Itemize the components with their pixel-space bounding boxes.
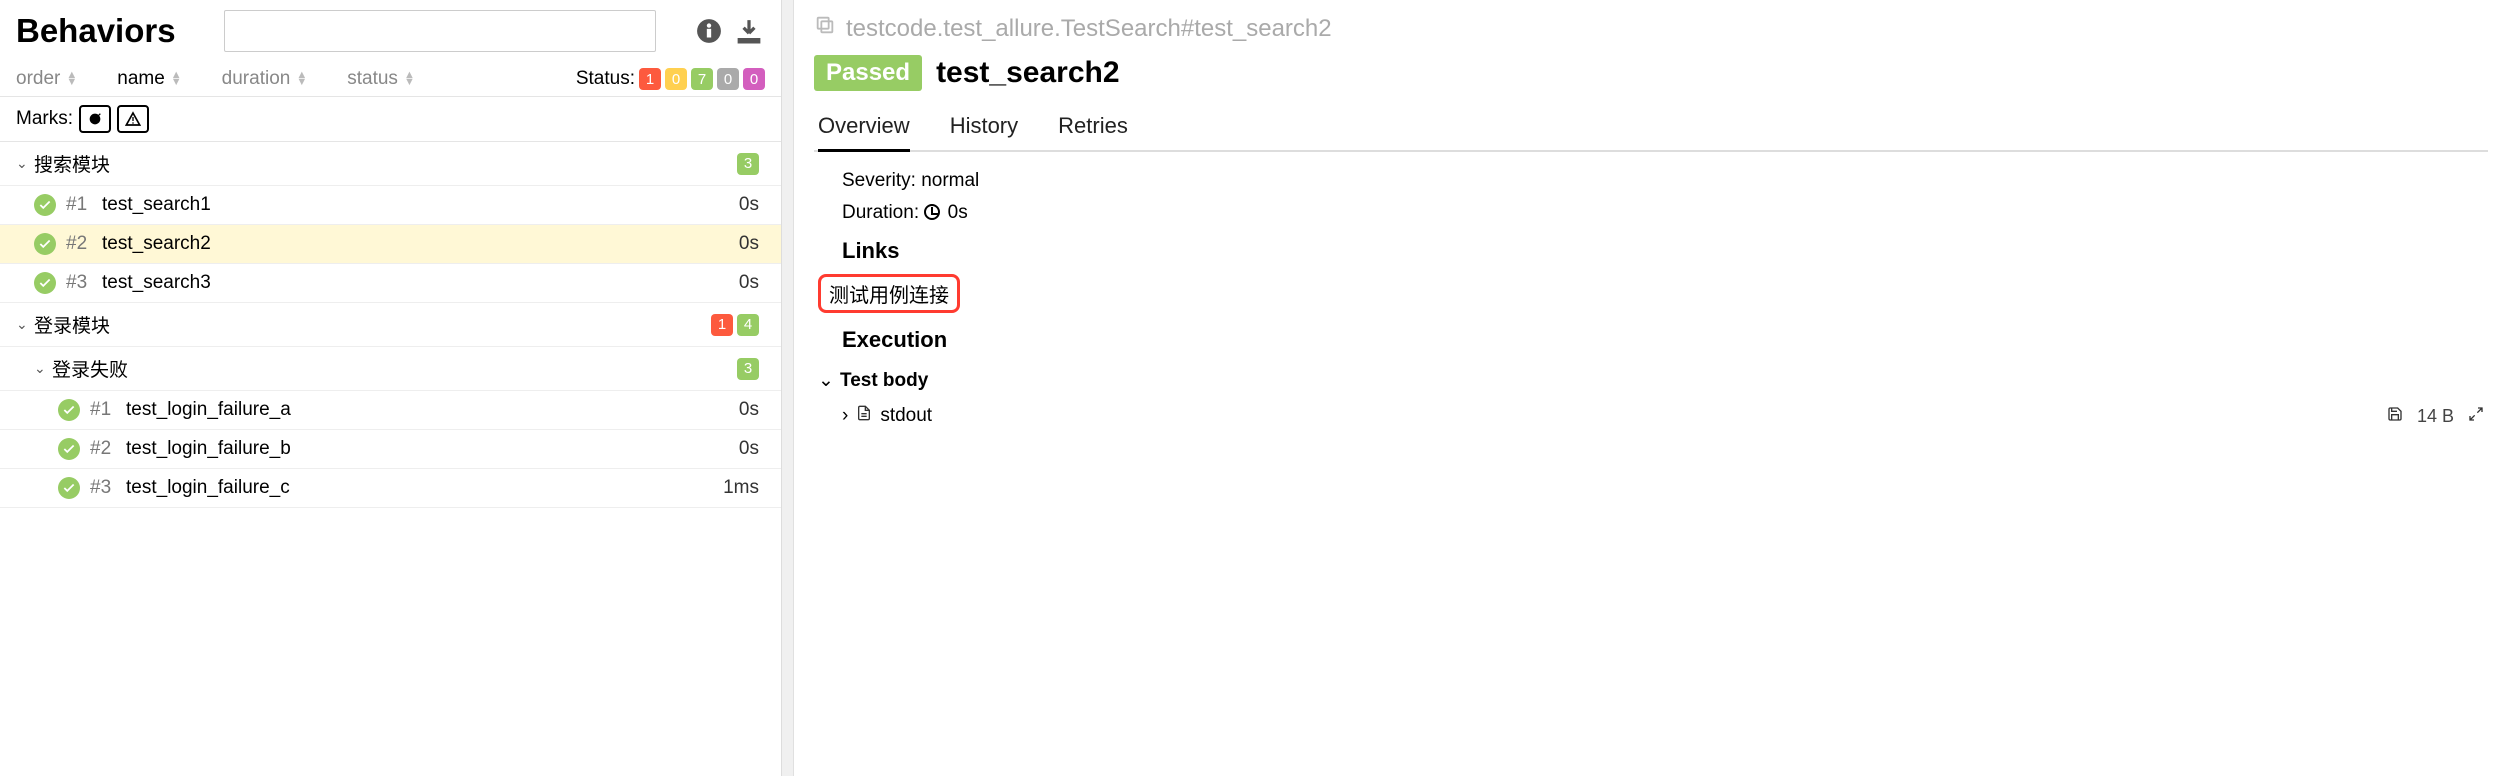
check-icon [58, 438, 80, 460]
tab-history[interactable]: History [950, 105, 1018, 150]
test-link[interactable]: 测试用例连接 [818, 274, 960, 313]
tree-item[interactable]: #2 test_search2 0s [0, 225, 781, 264]
count-badge: 1 [711, 314, 733, 336]
duration-line: Duration: 0s [842, 202, 2460, 224]
test-body-toggle[interactable]: ⌄ Test body [818, 363, 2460, 398]
chevron-down-icon: ⌄ [16, 316, 34, 333]
breadcrumb: testcode.test_allure.TestSearch#test_sea… [846, 15, 1332, 43]
attachment-size: 14 B [2417, 406, 2454, 427]
tab-overview[interactable]: Overview [818, 105, 910, 152]
page-title: Behaviors [16, 12, 176, 50]
tree-item[interactable]: #3 test_login_failure_c 1ms [0, 469, 781, 508]
tree-item[interactable]: #3 test_search3 0s [0, 264, 781, 303]
sort-duration[interactable]: duration▲▼ [222, 68, 308, 90]
status-badge: Passed [814, 55, 922, 91]
check-icon [34, 272, 56, 294]
sort-name[interactable]: name▲▼ [117, 68, 181, 90]
search-input[interactable] [224, 10, 656, 52]
tree-item[interactable]: #1 test_login_failure_a 0s [0, 391, 781, 430]
chevron-down-icon: ⌄ [818, 369, 832, 392]
links-header: Links [842, 238, 2460, 264]
tree-subgroup[interactable]: ⌄ 登录失败 3 [0, 347, 781, 391]
clock-icon [924, 204, 940, 220]
mark-flaky-icon[interactable] [79, 105, 111, 133]
tab-retries[interactable]: Retries [1058, 105, 1128, 150]
scrollbar[interactable] [782, 0, 794, 776]
status-passed-badge[interactable]: 7 [691, 68, 713, 90]
sort-order[interactable]: order▲▼ [16, 68, 77, 90]
chevron-right-icon: › [842, 405, 848, 427]
count-badge: 3 [737, 358, 759, 380]
mark-newfailed-icon[interactable] [117, 105, 149, 133]
check-icon [58, 477, 80, 499]
severity-line: Severity: normal [842, 170, 2460, 192]
download-icon[interactable] [733, 15, 765, 47]
info-icon[interactable] [693, 15, 725, 47]
attachment-name[interactable]: stdout [880, 405, 932, 427]
check-icon [58, 399, 80, 421]
chevron-down-icon: ⌄ [34, 360, 52, 377]
chevron-down-icon: ⌄ [16, 155, 34, 172]
check-icon [34, 194, 56, 216]
file-icon [856, 404, 872, 428]
status-failed-badge[interactable]: 0 [665, 68, 687, 90]
tree-item[interactable]: #2 test_login_failure_b 0s [0, 430, 781, 469]
copy-icon[interactable] [814, 14, 836, 43]
test-title: test_search2 [936, 56, 1119, 90]
status-broken-badge[interactable]: 1 [639, 68, 661, 90]
count-badge: 3 [737, 153, 759, 175]
expand-icon[interactable] [2468, 406, 2484, 427]
sort-status[interactable]: status▲▼ [347, 68, 415, 90]
count-badge: 4 [737, 314, 759, 336]
tree-item[interactable]: #1 test_search1 0s [0, 186, 781, 225]
status-skipped-badge[interactable]: 0 [717, 68, 739, 90]
tree-group[interactable]: ⌄ 登录模块 14 [0, 303, 781, 347]
status-unknown-badge[interactable]: 0 [743, 68, 765, 90]
check-icon [34, 233, 56, 255]
tree-group[interactable]: ⌄ 搜索模块 3 [0, 142, 781, 186]
status-label: Status: [576, 68, 635, 90]
execution-header: Execution [842, 327, 2460, 353]
save-icon[interactable] [2387, 406, 2403, 427]
marks-label: Marks: [16, 108, 73, 130]
